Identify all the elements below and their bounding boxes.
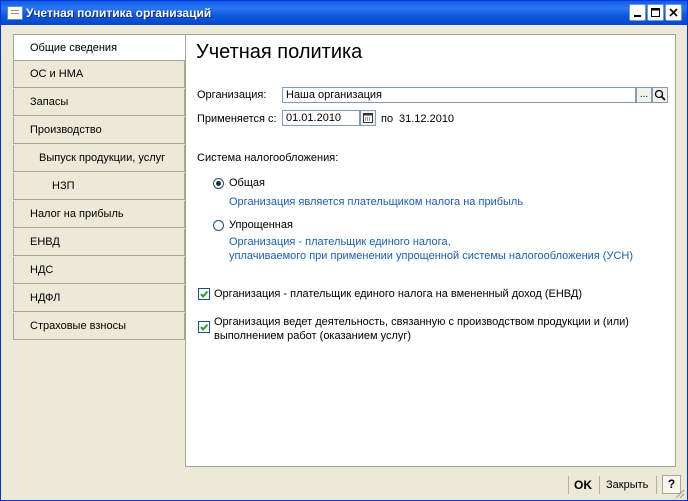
production-checkbox-label-line2[interactable]: выполнением работ (оказанием услуг)	[214, 330, 411, 342]
applies-from-label: Применяется с:	[197, 113, 277, 125]
maximize-button[interactable]	[647, 4, 664, 21]
minimize-button[interactable]	[629, 4, 646, 21]
production-checkbox-label-line1[interactable]: Организация ведет деятельность, связанну…	[214, 316, 629, 328]
nav-item-ndfl[interactable]: НДФЛ	[13, 285, 185, 312]
title-bar[interactable]: Учетная политика организаций	[1, 1, 687, 25]
production-checkbox[interactable]	[198, 321, 210, 333]
organization-field[interactable]: Наша организация	[282, 87, 636, 103]
tax-system-label: Система налогообложения:	[197, 152, 339, 164]
applies-from-date-field[interactable]: 01.01.2010	[282, 110, 360, 126]
nav-item-general[interactable]: Общие сведения	[13, 34, 186, 61]
radio-simplified-description-line2: уплачиваемого при применении упрощенной …	[229, 250, 634, 262]
nav-item-production[interactable]: Производство	[13, 117, 185, 144]
section-nav: Общие сведения ОС и НМА Запасы Производс…	[13, 34, 186, 466]
resize-grip-icon[interactable]	[673, 487, 685, 499]
window: Учетная политика организаций Общие сведе…	[0, 0, 688, 501]
radio-simplified-label[interactable]: Упрощенная	[229, 219, 293, 231]
close-button[interactable]	[665, 4, 682, 21]
maximize-icon	[651, 8, 660, 17]
nav-item-fixed-assets[interactable]: ОС и НМА	[13, 61, 185, 88]
organization-open-button[interactable]	[652, 87, 668, 103]
ellipsis-icon: ...	[639, 89, 649, 100]
calendar-button[interactable]	[360, 110, 376, 126]
envd-checkbox[interactable]	[198, 288, 210, 300]
organization-select-button[interactable]: ...	[636, 87, 652, 103]
window-title: Учетная политика организаций	[26, 6, 212, 20]
nav-item-profit-tax[interactable]: Налог на прибыль	[13, 201, 185, 228]
nav-item-wip[interactable]: НЗП	[13, 173, 185, 200]
form-icon	[7, 6, 23, 20]
ok-button[interactable]: OK	[574, 476, 592, 494]
nav-item-insurance[interactable]: Страховые взносы	[13, 313, 185, 340]
divider	[599, 476, 600, 494]
radio-general-label[interactable]: Общая	[229, 177, 265, 189]
page-title: Учетная политика	[196, 41, 363, 63]
nav-item-vat[interactable]: НДС	[13, 257, 185, 284]
radio-general[interactable]	[213, 178, 224, 189]
nav-item-envd[interactable]: ЕНВД	[13, 229, 185, 256]
bottom-toolbar: OK Закрыть ?	[1, 471, 687, 500]
applies-to-date: 31.12.2010	[399, 113, 455, 125]
radio-simplified[interactable]	[213, 220, 224, 231]
close-form-button[interactable]: Закрыть	[606, 476, 648, 494]
checkmark-icon	[200, 290, 209, 299]
checkmark-icon	[200, 323, 209, 332]
radio-general-description: Организация является плательщиком налога…	[229, 196, 524, 208]
search-icon	[654, 89, 666, 101]
close-icon	[669, 8, 678, 17]
envd-checkbox-label[interactable]: Организация - плательщик единого налога …	[214, 288, 582, 300]
applies-to-label: по	[381, 113, 394, 125]
divider	[656, 476, 657, 494]
nav-item-inventory[interactable]: Запасы	[13, 89, 185, 116]
nav-item-output[interactable]: Выпуск продукции, услуг	[13, 145, 185, 172]
divider	[568, 476, 569, 494]
calendar-icon	[363, 113, 373, 123]
organization-label: Организация:	[197, 89, 267, 101]
radio-simplified-description-line1: Организация - плательщик единого налога,	[229, 236, 451, 248]
minimize-icon	[634, 15, 641, 17]
